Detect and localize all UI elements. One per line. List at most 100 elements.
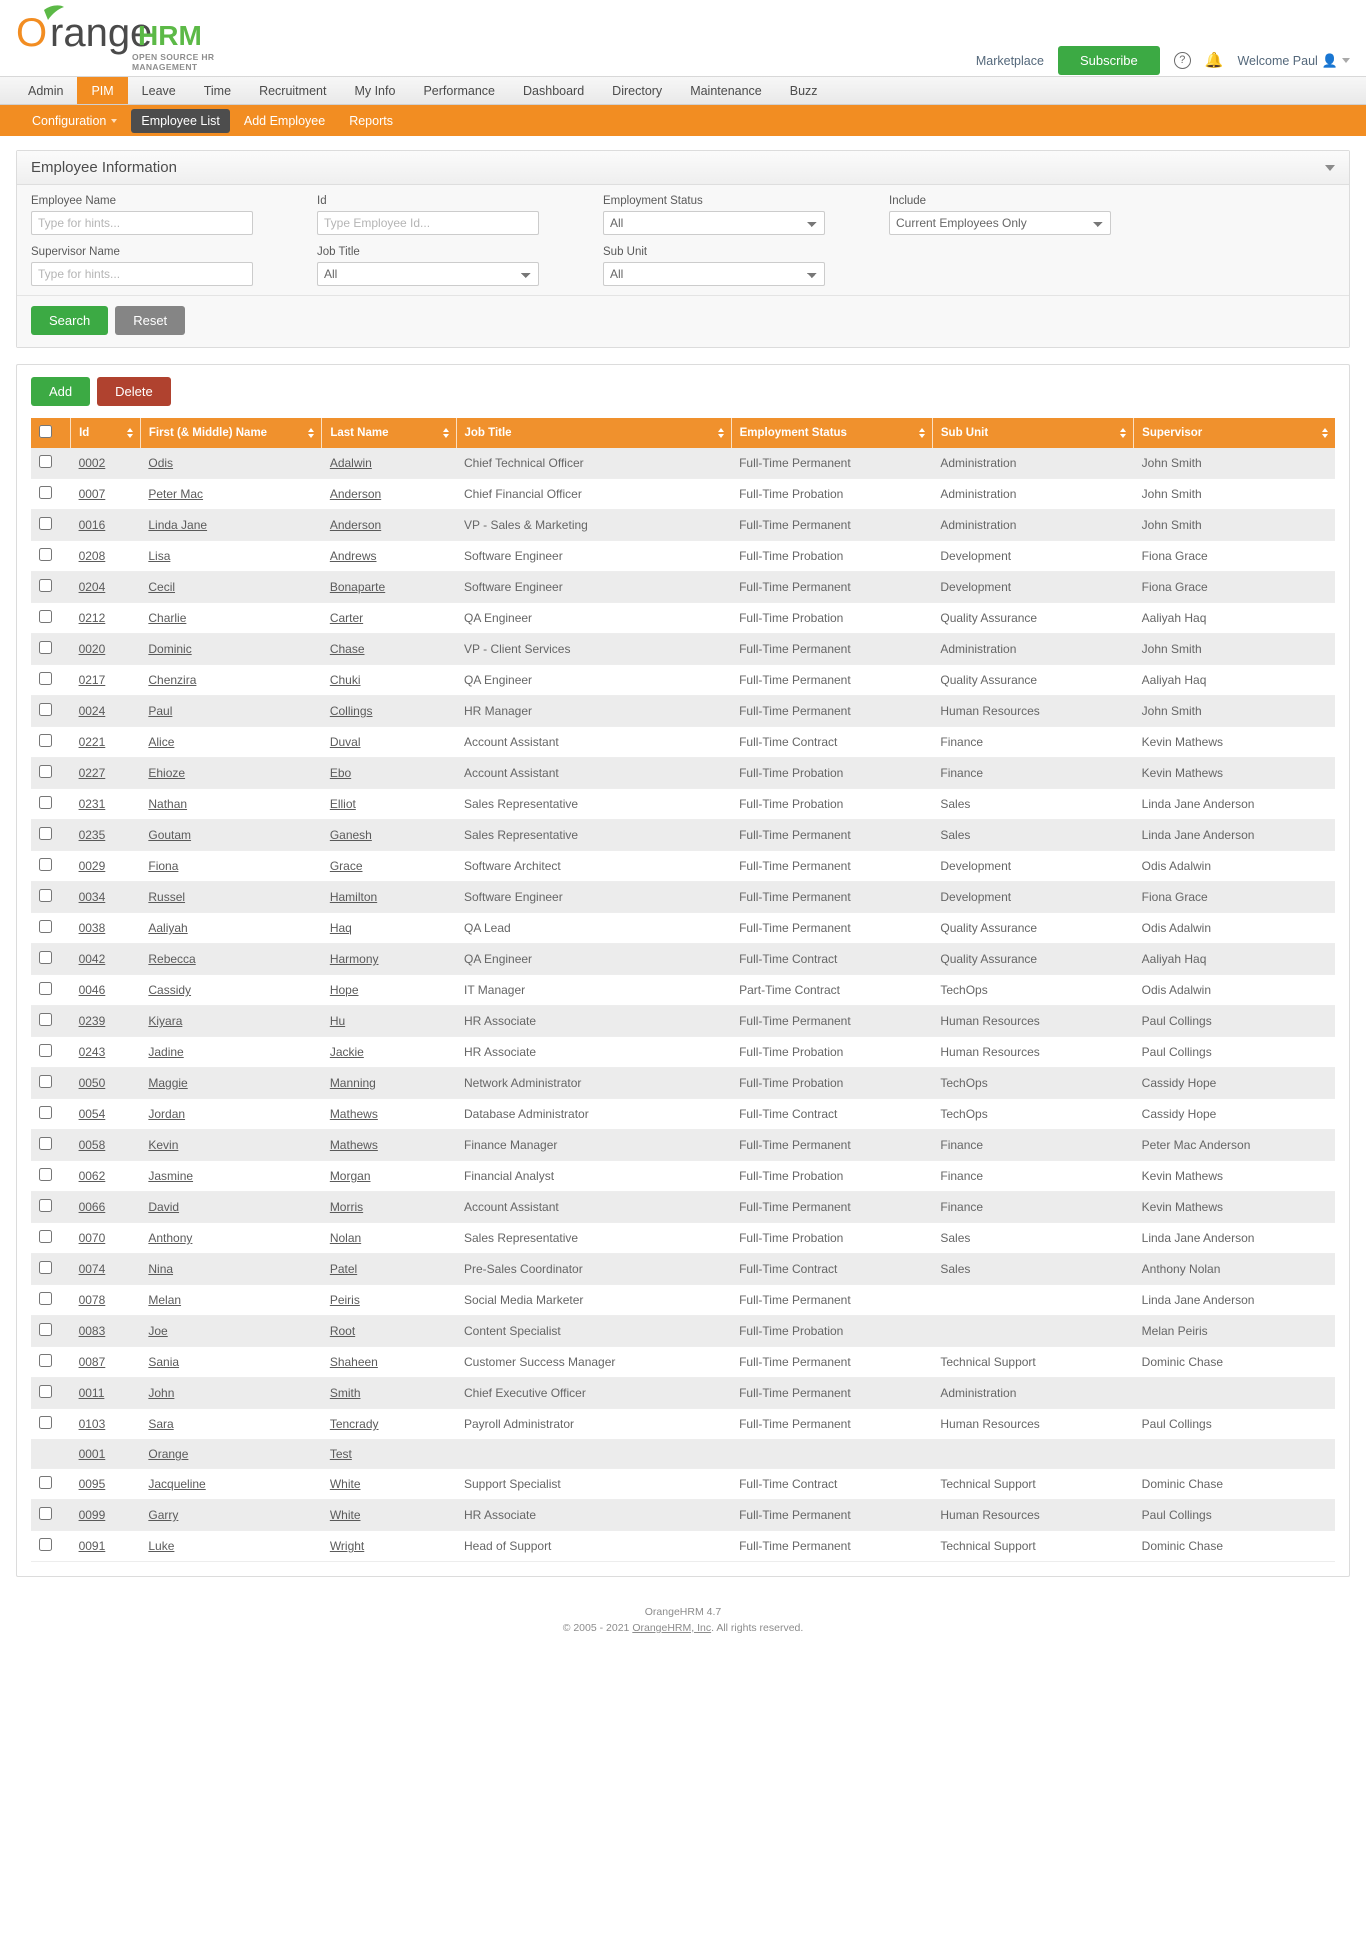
- employee-last-link[interactable]: Elliot: [330, 797, 356, 811]
- sort-toggle-icon[interactable]: [442, 428, 449, 438]
- employee-last-link[interactable]: Morris: [330, 1200, 363, 1214]
- employee-first-link[interactable]: Dominic: [148, 642, 191, 656]
- employee-last-link[interactable]: Mathews: [330, 1138, 378, 1152]
- employee-id-link[interactable]: 0016: [79, 518, 106, 532]
- employee-id-link[interactable]: 0095: [79, 1477, 106, 1491]
- employee-last-link[interactable]: Hamilton: [330, 890, 377, 904]
- sort-toggle-icon[interactable]: [126, 428, 133, 438]
- row-select-checkbox[interactable]: [39, 1416, 52, 1429]
- employee-first-link[interactable]: Nathan: [148, 797, 187, 811]
- row-select-checkbox[interactable]: [39, 1230, 52, 1243]
- employee-id-link[interactable]: 0024: [79, 704, 106, 718]
- subnav-item-configuration[interactable]: Configuration: [22, 109, 127, 133]
- employee-first-link[interactable]: Ehioze: [148, 766, 185, 780]
- employee-id-link[interactable]: 0239: [79, 1014, 106, 1028]
- employee-first-link[interactable]: Paul: [148, 704, 172, 718]
- employee-id-link[interactable]: 0042: [79, 952, 106, 966]
- employee-first-link[interactable]: Kevin: [148, 1138, 178, 1152]
- employee-first-link[interactable]: Garry: [148, 1508, 178, 1522]
- employee-id-link[interactable]: 0001: [79, 1447, 106, 1461]
- employee-last-link[interactable]: Chase: [330, 642, 365, 656]
- employee-last-link[interactable]: White: [330, 1508, 361, 1522]
- row-select-checkbox[interactable]: [39, 672, 52, 685]
- help-icon[interactable]: ?: [1173, 52, 1191, 69]
- employee-first-link[interactable]: Anthony: [148, 1231, 192, 1245]
- nav-item-pim[interactable]: PIM: [77, 77, 128, 104]
- employee-last-link[interactable]: Chuki: [330, 673, 361, 687]
- row-select-checkbox[interactable]: [39, 486, 52, 499]
- sort-toggle-icon[interactable]: [1120, 428, 1127, 438]
- employee-last-link[interactable]: Carter: [330, 611, 363, 625]
- employee-id-link[interactable]: 0087: [79, 1355, 106, 1369]
- row-select-checkbox[interactable]: [39, 1538, 52, 1551]
- row-select-checkbox[interactable]: [39, 796, 52, 809]
- employee-id-link[interactable]: 0099: [79, 1508, 106, 1522]
- employee-first-link[interactable]: Jordan: [148, 1107, 185, 1121]
- employee-last-link[interactable]: Patel: [330, 1262, 357, 1276]
- employee-last-link[interactable]: Test: [330, 1447, 352, 1461]
- panel-collapse-toggle-icon[interactable]: [1325, 164, 1335, 171]
- employee-first-link[interactable]: Joe: [148, 1324, 167, 1338]
- row-select-checkbox[interactable]: [39, 579, 52, 592]
- employee-last-link[interactable]: Manning: [330, 1076, 376, 1090]
- employee-last-link[interactable]: Root: [330, 1324, 355, 1338]
- row-select-checkbox[interactable]: [39, 1507, 52, 1520]
- sort-toggle-icon[interactable]: [717, 428, 724, 438]
- row-select-checkbox[interactable]: [39, 1075, 52, 1088]
- nav-item-performance[interactable]: Performance: [409, 77, 509, 104]
- employee-first-link[interactable]: Peter Mac: [148, 487, 203, 501]
- nav-item-time[interactable]: Time: [190, 77, 245, 104]
- employee-first-link[interactable]: Orange: [148, 1447, 188, 1461]
- employee-last-link[interactable]: Ebo: [330, 766, 351, 780]
- employee-last-link[interactable]: Haq: [330, 921, 352, 935]
- row-select-checkbox[interactable]: [39, 548, 52, 561]
- row-select-checkbox[interactable]: [39, 1137, 52, 1150]
- row-select-checkbox[interactable]: [39, 1044, 52, 1057]
- supervisor-name-input[interactable]: [31, 262, 253, 286]
- employee-last-link[interactable]: Anderson: [330, 487, 381, 501]
- sort-toggle-icon[interactable]: [308, 428, 315, 438]
- employee-id-link[interactable]: 0062: [79, 1169, 106, 1183]
- employee-last-link[interactable]: Andrews: [330, 549, 377, 563]
- subnav-item-reports[interactable]: Reports: [339, 109, 403, 133]
- subnav-item-add-employee[interactable]: Add Employee: [234, 109, 335, 133]
- employee-id-link[interactable]: 0103: [79, 1417, 106, 1431]
- employee-last-link[interactable]: Mathews: [330, 1107, 378, 1121]
- employee-id-link[interactable]: 0221: [79, 735, 106, 749]
- employee-first-link[interactable]: Alice: [148, 735, 174, 749]
- row-select-checkbox[interactable]: [39, 858, 52, 871]
- employee-first-link[interactable]: David: [148, 1200, 179, 1214]
- employee-id-link[interactable]: 0235: [79, 828, 106, 842]
- employee-last-link[interactable]: Shaheen: [330, 1355, 378, 1369]
- nav-item-buzz[interactable]: Buzz: [776, 77, 832, 104]
- job-title-select[interactable]: All: [317, 262, 539, 286]
- row-select-checkbox[interactable]: [39, 1292, 52, 1305]
- subscribe-button[interactable]: Subscribe: [1057, 46, 1160, 75]
- nav-item-maintenance[interactable]: Maintenance: [676, 77, 776, 104]
- sub-unit-select[interactable]: All: [603, 262, 825, 286]
- employee-id-link[interactable]: 0083: [79, 1324, 106, 1338]
- row-select-checkbox[interactable]: [39, 1385, 52, 1398]
- employee-id-link[interactable]: 0029: [79, 859, 106, 873]
- employee-last-link[interactable]: Tencrady: [330, 1417, 379, 1431]
- employee-id-link[interactable]: 0002: [79, 456, 106, 470]
- employee-first-link[interactable]: Sania: [148, 1355, 179, 1369]
- row-select-checkbox[interactable]: [39, 765, 52, 778]
- column-header-last[interactable]: Last Name: [321, 418, 457, 448]
- employee-last-link[interactable]: Peiris: [330, 1293, 360, 1307]
- row-select-checkbox[interactable]: [39, 703, 52, 716]
- employee-id-link[interactable]: 0007: [79, 487, 106, 501]
- column-header-id[interactable]: Id: [70, 418, 141, 448]
- orangehrm-inc-link[interactable]: OrangeHRM, Inc: [632, 1622, 711, 1634]
- employee-last-link[interactable]: White: [330, 1477, 361, 1491]
- nav-item-recruitment[interactable]: Recruitment: [245, 77, 340, 104]
- sort-toggle-icon[interactable]: [918, 428, 925, 438]
- row-select-checkbox[interactable]: [39, 1476, 52, 1489]
- employee-id-link[interactable]: 0243: [79, 1045, 106, 1059]
- nav-item-admin[interactable]: Admin: [14, 77, 77, 104]
- employee-id-link[interactable]: 0058: [79, 1138, 106, 1152]
- employee-first-link[interactable]: Fiona: [148, 859, 178, 873]
- employee-last-link[interactable]: Hu: [330, 1014, 345, 1028]
- search-button[interactable]: Search: [31, 306, 109, 335]
- employee-first-link[interactable]: John: [148, 1386, 174, 1400]
